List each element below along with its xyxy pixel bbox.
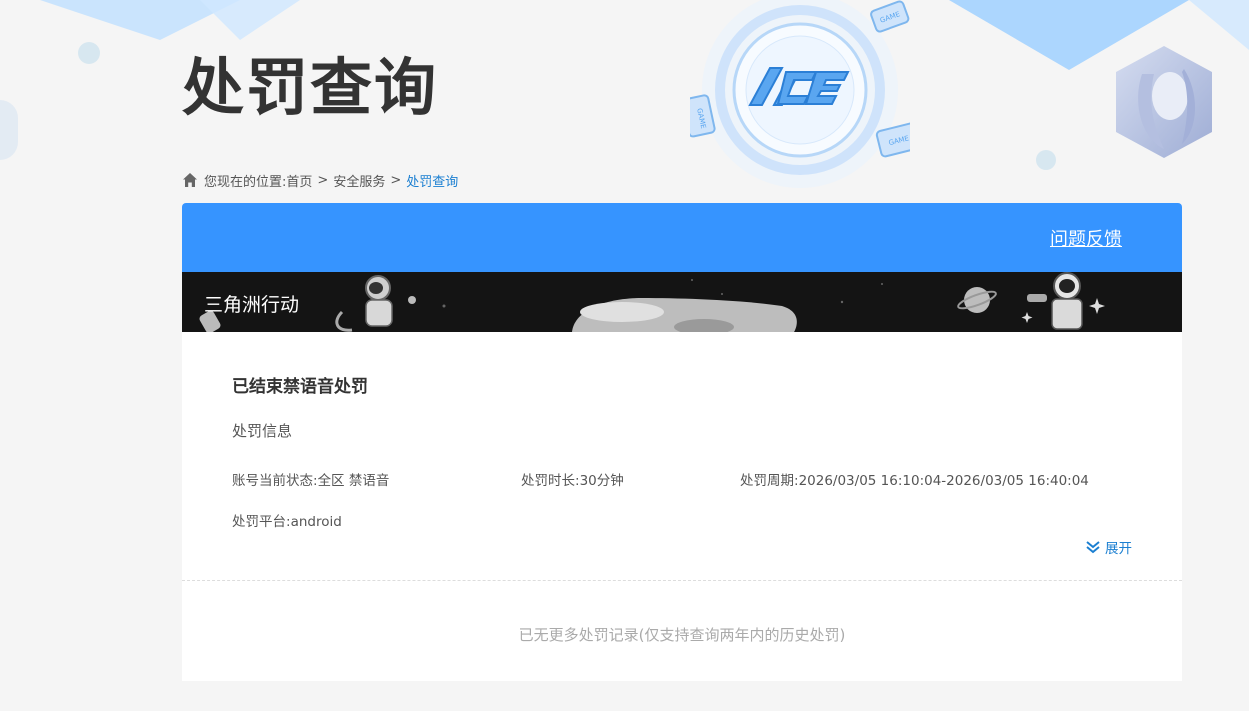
decor-dot bbox=[0, 100, 18, 160]
platform-label: 处罚平台: bbox=[232, 514, 291, 530]
game-name: 三角洲行动 bbox=[204, 294, 300, 316]
breadcrumb: 您现在的位置: 首页 > 安全服务 > 处罚查询 bbox=[182, 170, 458, 190]
expand-label: 展开 bbox=[1105, 541, 1132, 557]
ace-logo-icon: GAME GAME GAME bbox=[690, 0, 910, 188]
breadcrumb-prefix: 您现在的位置: bbox=[204, 174, 287, 190]
duration-value: 30分钟 bbox=[579, 473, 624, 489]
decor-triangle bbox=[200, 0, 300, 40]
status-value: 全区 禁语音 bbox=[317, 473, 390, 489]
decor-dot bbox=[1036, 150, 1056, 170]
home-icon bbox=[183, 173, 197, 187]
breadcrumb-item-home[interactable]: 首页 bbox=[286, 171, 312, 190]
penalty-period: 处罚周期:2026/03/05 16:10:04-2026/03/05 16:4… bbox=[740, 469, 1089, 489]
decor-dot bbox=[78, 42, 100, 64]
breadcrumb-item-current: 处罚查询 bbox=[406, 174, 459, 190]
platform-value: android bbox=[290, 514, 342, 530]
expand-button[interactable]: 展开 bbox=[1085, 537, 1132, 557]
penalty-duration: 处罚时长:30分钟 bbox=[521, 469, 624, 489]
planet-icon bbox=[957, 287, 997, 313]
page-title: 处罚查询 bbox=[182, 51, 439, 124]
no-more-records: 已无更多处罚记录(仅支持查询两年内的历史处罚) bbox=[518, 626, 846, 644]
breadcrumb-separator: > bbox=[317, 172, 329, 188]
duration-label: 处罚时长: bbox=[521, 473, 580, 489]
period-label: 处罚周期: bbox=[740, 473, 799, 489]
breadcrumb-item-security[interactable]: 安全服务 bbox=[333, 171, 385, 190]
chevron-double-down-icon bbox=[1086, 541, 1100, 554]
breadcrumb-separator: > bbox=[390, 172, 402, 188]
game-banner: 三角洲行动 bbox=[182, 272, 1182, 332]
astronaut-icon bbox=[335, 275, 416, 332]
divider bbox=[182, 580, 1182, 581]
game-banner-art bbox=[199, 272, 1105, 332]
section-label: 处罚信息 bbox=[232, 422, 293, 440]
game-tag-text: GAME bbox=[888, 134, 910, 147]
status-label: 账号当前状态: bbox=[232, 473, 318, 489]
gamepad-icon bbox=[572, 298, 797, 332]
decor-triangle bbox=[1189, 0, 1249, 50]
hero-portrait-image bbox=[1116, 46, 1212, 158]
astronaut-icon bbox=[1027, 272, 1083, 330]
feedback-link[interactable]: 问题反馈 bbox=[1050, 225, 1122, 251]
game-tag-text: GAME bbox=[695, 107, 707, 129]
decor-triangle bbox=[40, 0, 240, 40]
game-tag-text: GAME bbox=[879, 10, 901, 25]
account-status: 账号当前状态:全区 禁语音 bbox=[232, 469, 389, 489]
penalty-card: 问题反馈 三角洲行动 已结束禁语音处罚 处罚信息 账号当前状态:全区 禁语音 处… bbox=[182, 203, 1182, 681]
penalty-platform: 处罚平台:android bbox=[232, 510, 342, 530]
card-header: 问题反馈 bbox=[182, 203, 1182, 272]
decor-triangle bbox=[949, 0, 1189, 70]
record-title: 已结束禁语音处罚 bbox=[232, 377, 368, 397]
period-value: 2026/03/05 16:10:04-2026/03/05 16:40:04 bbox=[798, 473, 1089, 489]
